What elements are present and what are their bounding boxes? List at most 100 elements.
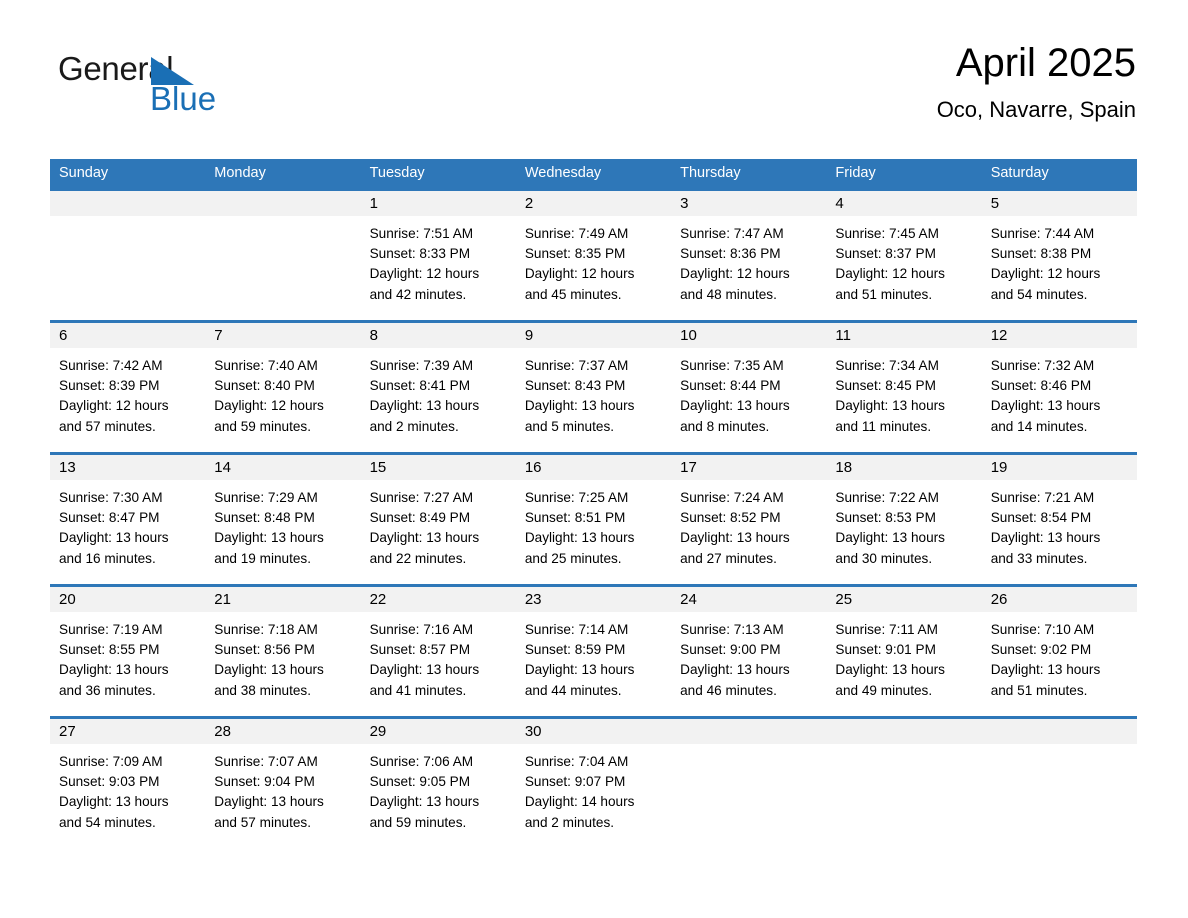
day-number: 8 xyxy=(360,323,516,348)
sunrise-text: Sunrise: 7:10 AM xyxy=(990,622,1095,637)
daylight-text-line1: Daylight: 13 hours xyxy=(524,662,635,678)
day-cell[interactable]: 11 Sunrise: 7:34 AM Sunset: 8:45 PM Dayl… xyxy=(826,323,982,452)
sunrise-text: Sunrise: 7:18 AM xyxy=(214,622,318,637)
day-cell[interactable]: 13 Sunrise: 7:30 AM Sunset: 8:47 PM Dayl… xyxy=(50,455,206,584)
day-cell[interactable] xyxy=(50,191,206,320)
sunset-text: Sunset: 8:46 PM xyxy=(990,378,1092,394)
day-cell[interactable] xyxy=(671,719,827,848)
daylight-text-line2: and 27 minutes. xyxy=(680,550,777,566)
daylight-text-line1: Daylight: 14 hours xyxy=(524,794,635,810)
sunset-text: Sunset: 9:03 PM xyxy=(59,774,160,790)
day-details: Sunrise: 7:25 AM Sunset: 8:51 PM Dayligh… xyxy=(516,480,671,569)
daylight-text-line2: and 54 minutes. xyxy=(59,814,156,830)
day-cell[interactable]: 19 Sunrise: 7:21 AM Sunset: 8:54 PM Dayl… xyxy=(981,455,1137,584)
daylight-text-line1: Daylight: 13 hours xyxy=(680,662,790,678)
day-cell[interactable]: 24 Sunrise: 7:13 AM Sunset: 9:00 PM Dayl… xyxy=(671,587,827,716)
day-cell[interactable]: 10 Sunrise: 7:35 AM Sunset: 8:44 PM Dayl… xyxy=(671,323,827,452)
day-number: 30 xyxy=(515,719,672,744)
daylight-text-line1: Daylight: 12 hours xyxy=(524,266,635,282)
day-number: 9 xyxy=(515,323,672,348)
day-cell[interactable]: 28 Sunrise: 7:07 AM Sunset: 9:04 PM Dayl… xyxy=(205,719,361,848)
sunrise-text: Sunrise: 7:25 AM xyxy=(524,490,629,505)
sunrise-text: Sunrise: 7:13 AM xyxy=(680,622,784,637)
sunset-text: Sunset: 8:47 PM xyxy=(59,510,160,526)
day-details: Sunrise: 7:16 AM Sunset: 8:57 PM Dayligh… xyxy=(361,612,516,701)
day-cell[interactable]: 16 Sunrise: 7:25 AM Sunset: 8:51 PM Dayl… xyxy=(515,455,672,584)
day-number: 29 xyxy=(360,719,516,744)
sunrise-text: Sunrise: 7:45 AM xyxy=(835,226,939,241)
day-cell[interactable]: 9 Sunrise: 7:37 AM Sunset: 8:43 PM Dayli… xyxy=(515,323,672,452)
daylight-text-line2: and 36 minutes. xyxy=(59,682,156,698)
day-number: 22 xyxy=(360,587,516,612)
page-header: General Blue April 2025 Oco, Navarre, Sp… xyxy=(0,0,1188,122)
day-details: Sunrise: 7:07 AM Sunset: 9:04 PM Dayligh… xyxy=(205,744,360,833)
day-number: 21 xyxy=(205,587,361,612)
daylight-text-line2: and 8 minutes. xyxy=(680,418,770,434)
daylight-text-line2: and 59 minutes. xyxy=(369,814,467,830)
daylight-text-line2: and 2 minutes. xyxy=(524,814,615,830)
day-cell[interactable]: 8 Sunrise: 7:39 AM Sunset: 8:41 PM Dayli… xyxy=(360,323,516,452)
day-number: 26 xyxy=(981,587,1137,612)
day-cell[interactable]: 27 Sunrise: 7:09 AM Sunset: 9:03 PM Dayl… xyxy=(50,719,206,848)
day-cell[interactable]: 26 Sunrise: 7:10 AM Sunset: 9:02 PM Dayl… xyxy=(981,587,1137,716)
day-cell[interactable]: 20 Sunrise: 7:19 AM Sunset: 8:55 PM Dayl… xyxy=(50,587,206,716)
day-details: Sunrise: 7:39 AM Sunset: 8:41 PM Dayligh… xyxy=(361,348,516,437)
daylight-text-line1: Daylight: 13 hours xyxy=(524,398,635,414)
sunset-text: Sunset: 8:35 PM xyxy=(524,246,626,262)
day-cell[interactable] xyxy=(981,719,1137,848)
day-cell[interactable]: 22 Sunrise: 7:16 AM Sunset: 8:57 PM Dayl… xyxy=(360,587,516,716)
day-cell[interactable]: 5 Sunrise: 7:44 AM Sunset: 8:38 PM Dayli… xyxy=(981,191,1137,320)
sunrise-text: Sunrise: 7:42 AM xyxy=(59,358,163,373)
daylight-text-line2: and 54 minutes. xyxy=(990,286,1088,302)
day-cell[interactable] xyxy=(205,191,361,320)
day-cell[interactable]: 7 Sunrise: 7:40 AM Sunset: 8:40 PM Dayli… xyxy=(205,323,361,452)
sunrise-text: Sunrise: 7:44 AM xyxy=(990,226,1095,241)
general-blue-logo[interactable]: General Blue xyxy=(58,48,258,122)
day-number: 20 xyxy=(50,587,206,612)
sunset-text: Sunset: 9:02 PM xyxy=(990,642,1092,658)
day-cell[interactable] xyxy=(826,719,982,848)
daylight-text-line1: Daylight: 13 hours xyxy=(835,662,945,678)
day-number: 24 xyxy=(671,587,827,612)
sunrise-text: Sunrise: 7:14 AM xyxy=(524,622,629,637)
daylight-text-line2: and 41 minutes. xyxy=(369,682,467,698)
day-cell[interactable]: 29 Sunrise: 7:06 AM Sunset: 9:05 PM Dayl… xyxy=(360,719,516,848)
day-cell[interactable]: 14 Sunrise: 7:29 AM Sunset: 8:48 PM Dayl… xyxy=(205,455,361,584)
day-cell[interactable]: 23 Sunrise: 7:14 AM Sunset: 8:59 PM Dayl… xyxy=(515,587,672,716)
sunset-text: Sunset: 8:49 PM xyxy=(369,510,471,526)
day-cell[interactable]: 21 Sunrise: 7:18 AM Sunset: 8:56 PM Dayl… xyxy=(205,587,361,716)
day-cell[interactable]: 3 Sunrise: 7:47 AM Sunset: 8:36 PM Dayli… xyxy=(671,191,827,320)
day-cell[interactable]: 12 Sunrise: 7:32 AM Sunset: 8:46 PM Dayl… xyxy=(981,323,1137,452)
sunset-text: Sunset: 9:00 PM xyxy=(680,642,781,658)
day-cell[interactable]: 30 Sunrise: 7:04 AM Sunset: 9:07 PM Dayl… xyxy=(515,719,672,848)
daylight-text-line2: and 46 minutes. xyxy=(680,682,777,698)
day-cell[interactable]: 2 Sunrise: 7:49 AM Sunset: 8:35 PM Dayli… xyxy=(515,191,672,320)
day-number: 13 xyxy=(50,455,206,480)
day-cell[interactable]: 6 Sunrise: 7:42 AM Sunset: 8:39 PM Dayli… xyxy=(50,323,206,452)
day-number: 27 xyxy=(50,719,206,744)
sunrise-text: Sunrise: 7:22 AM xyxy=(835,490,939,505)
day-cell[interactable]: 15 Sunrise: 7:27 AM Sunset: 8:49 PM Dayl… xyxy=(360,455,516,584)
day-details: Sunrise: 7:27 AM Sunset: 8:49 PM Dayligh… xyxy=(361,480,516,569)
day-cell[interactable]: 1 Sunrise: 7:51 AM Sunset: 8:33 PM Dayli… xyxy=(360,191,516,320)
day-details: Sunrise: 7:22 AM Sunset: 8:53 PM Dayligh… xyxy=(826,480,981,569)
daylight-text-line1: Daylight: 13 hours xyxy=(369,794,480,810)
sunset-text: Sunset: 8:59 PM xyxy=(524,642,626,658)
day-details: Sunrise: 7:09 AM Sunset: 9:03 PM Dayligh… xyxy=(50,744,205,833)
day-cell[interactable]: 4 Sunrise: 7:45 AM Sunset: 8:37 PM Dayli… xyxy=(826,191,982,320)
daylight-text-line1: Daylight: 13 hours xyxy=(524,530,635,546)
daylight-text-line2: and 19 minutes. xyxy=(214,550,312,566)
daylight-text-line1: Daylight: 12 hours xyxy=(990,266,1101,282)
daylight-text-line1: Daylight: 12 hours xyxy=(59,398,169,414)
sunset-text: Sunset: 8:57 PM xyxy=(369,642,471,658)
day-number: 15 xyxy=(360,455,516,480)
day-cell[interactable]: 25 Sunrise: 7:11 AM Sunset: 9:01 PM Dayl… xyxy=(826,587,982,716)
sunrise-text: Sunrise: 7:16 AM xyxy=(369,622,474,637)
day-number: 12 xyxy=(981,323,1137,348)
sunset-text: Sunset: 8:43 PM xyxy=(524,378,626,394)
day-cell[interactable]: 17 Sunrise: 7:24 AM Sunset: 8:52 PM Dayl… xyxy=(671,455,827,584)
daylight-text-line1: Daylight: 13 hours xyxy=(59,794,169,810)
calendar-page: General Blue April 2025 Oco, Navarre, Sp… xyxy=(0,0,1188,918)
day-details: Sunrise: 7:11 AM Sunset: 9:01 PM Dayligh… xyxy=(826,612,981,701)
day-cell[interactable]: 18 Sunrise: 7:22 AM Sunset: 8:53 PM Dayl… xyxy=(826,455,982,584)
